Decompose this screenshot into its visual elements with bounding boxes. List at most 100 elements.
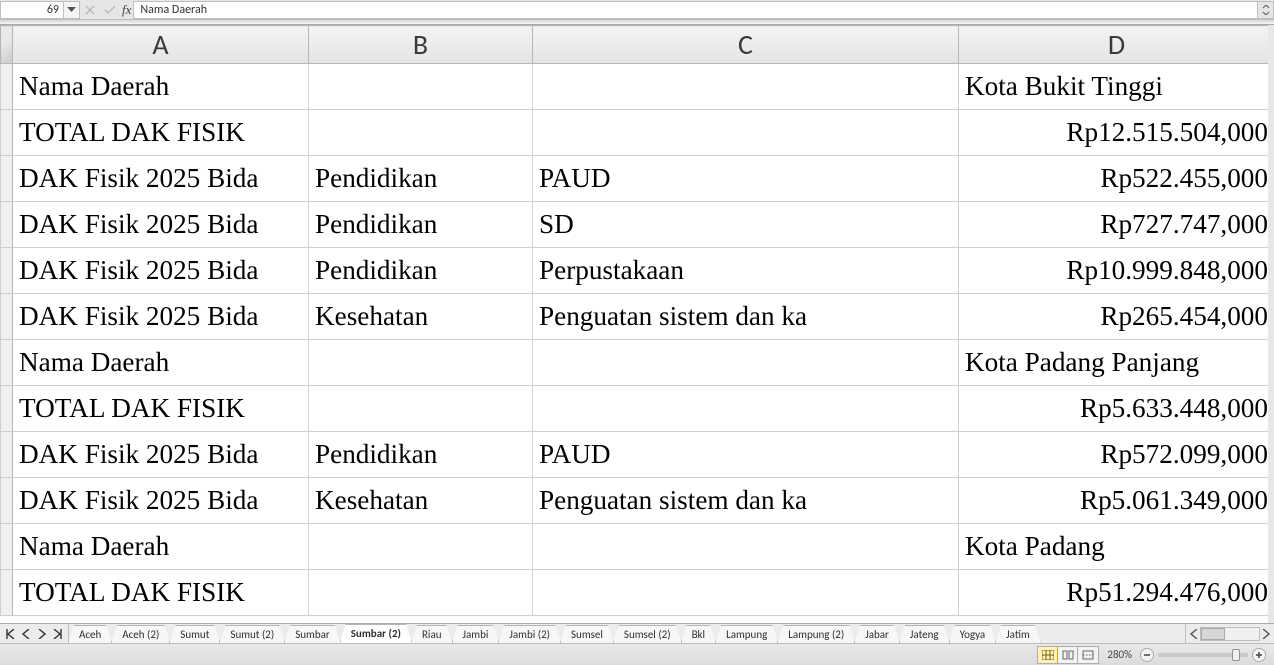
row-header[interactable] [1,524,13,570]
formula-input[interactable]: Nama Daerah [133,1,1258,19]
cell-A[interactable]: TOTAL DAK FISIK [13,386,309,432]
cell-B[interactable]: Pendidikan [309,202,533,248]
sheet-tab[interactable]: Sumbar (2) [340,624,412,643]
sheet-tab[interactable]: Sumut [169,625,220,643]
view-page-break-button[interactable] [1078,647,1098,663]
cell-A[interactable]: TOTAL DAK FISIK [13,110,309,156]
horizontal-scrollbar-thumb[interactable] [1201,628,1225,640]
row-header[interactable] [1,570,13,616]
cell-A[interactable]: TOTAL DAK FISIK [13,570,309,616]
sheet-tab[interactable]: Jambi (2) [498,625,561,643]
sheet-grid[interactable]: A B C D Nama DaerahKota Bukit TinggiTOTA… [0,25,1274,616]
row-header[interactable] [1,294,13,340]
row-header[interactable] [1,110,13,156]
sheet-tab[interactable]: Jabar [854,625,900,643]
cell-B[interactable] [309,110,533,156]
sheet-tab[interactable]: Jateng [899,625,950,643]
cell-C[interactable]: PAUD [533,432,959,478]
tab-nav-next[interactable] [34,626,50,642]
cell-A[interactable]: DAK Fisik 2025 Bida [13,248,309,294]
cell-D[interactable]: Kota Padang [959,524,1274,570]
scroll-left-icon[interactable] [1190,629,1198,639]
cell-C[interactable]: SD [533,202,959,248]
zoom-in-button[interactable] [1252,648,1266,662]
sheet-tab[interactable]: Aceh (2) [111,625,170,643]
cell-C[interactable]: Penguatan sistem dan ka [533,294,959,340]
cell-A[interactable]: DAK Fisik 2025 Bida [13,202,309,248]
cell-B[interactable]: Kesehatan [309,478,533,524]
cell-C[interactable] [533,64,959,110]
cell-B[interactable] [309,386,533,432]
row-header[interactable] [1,386,13,432]
cell-B[interactable] [309,340,533,386]
column-header-D[interactable]: D [959,26,1274,64]
cell-D[interactable]: Rp5.633.448,000 [959,386,1274,432]
zoom-slider[interactable] [1158,653,1248,657]
cell-D[interactable]: Kota Padang Panjang [959,340,1274,386]
column-header-C[interactable]: C [533,26,959,64]
cell-D[interactable]: Rp12.515.504,000 [959,110,1274,156]
zoom-slider-thumb[interactable] [1232,649,1240,661]
cell-A[interactable]: Nama Daerah [13,340,309,386]
cell-C[interactable] [533,110,959,156]
row-header[interactable] [1,340,13,386]
cell-D[interactable]: Rp727.747,000 [959,202,1274,248]
sheet-tab[interactable]: Lampung (2) [777,625,855,643]
sheet-tab[interactable]: Lampung [715,625,778,643]
tab-nav-last[interactable] [50,626,66,642]
cell-A[interactable]: DAK Fisik 2025 Bida [13,294,309,340]
name-box[interactable]: 69 [0,1,64,19]
sheet-tab[interactable]: Jatim [995,625,1041,643]
cell-B[interactable]: Pendidikan [309,156,533,202]
formula-cancel-button[interactable] [80,1,100,19]
row-header[interactable] [1,478,13,524]
cell-D[interactable]: Rp5.061.349,000 [959,478,1274,524]
cell-C[interactable] [533,570,959,616]
row-header[interactable] [1,248,13,294]
cell-C[interactable] [533,340,959,386]
scroll-right-icon[interactable] [1262,629,1270,639]
cell-A[interactable]: DAK Fisik 2025 Bida [13,478,309,524]
tab-nav-prev[interactable] [18,626,34,642]
fx-label[interactable]: fx [120,2,133,18]
cell-C[interactable]: Perpustakaan [533,248,959,294]
cell-D[interactable]: Rp51.294.476,000 [959,570,1274,616]
cell-D[interactable]: Rp522.455,000 [959,156,1274,202]
cell-A[interactable]: DAK Fisik 2025 Bida [13,156,309,202]
formula-expand-button[interactable] [1258,1,1274,19]
sheet-tab[interactable]: Riau [411,625,453,643]
cell-C[interactable] [533,524,959,570]
zoom-out-button[interactable] [1140,648,1154,662]
cell-B[interactable]: Pendidikan [309,248,533,294]
cell-D[interactable]: Rp10.999.848,000 [959,248,1274,294]
sheet-tab[interactable]: Yogya [949,625,997,643]
row-header[interactable] [1,64,13,110]
cell-B[interactable] [309,64,533,110]
row-header[interactable] [1,156,13,202]
zoom-percent-label[interactable]: 280% [1107,648,1132,661]
tab-nav-first[interactable] [2,626,18,642]
sheet-tab[interactable]: Sumut (2) [219,625,285,643]
sheet-tab[interactable]: Jambi [452,625,500,643]
cell-C[interactable]: Penguatan sistem dan ka [533,478,959,524]
cell-C[interactable]: PAUD [533,156,959,202]
cell-B[interactable]: Pendidikan [309,432,533,478]
vertical-scrollbar[interactable] [1268,25,1274,623]
name-box-dropdown[interactable] [64,1,80,19]
cell-A[interactable]: Nama Daerah [13,64,309,110]
column-header-A[interactable]: A [13,26,309,64]
sheet-tab[interactable]: Sumsel (2) [613,625,682,643]
cell-B[interactable] [309,524,533,570]
view-normal-button[interactable] [1038,647,1058,663]
sheet-tab[interactable]: Bkl [681,625,717,643]
row-header[interactable] [1,432,13,478]
column-header-B[interactable]: B [309,26,533,64]
cell-B[interactable]: Kesehatan [309,294,533,340]
select-all-corner[interactable] [1,26,13,64]
sheet-tab[interactable]: Sumbar [284,625,341,643]
cell-D[interactable]: Rp572.099,000 [959,432,1274,478]
formula-confirm-button[interactable] [100,1,120,19]
row-header[interactable] [1,202,13,248]
sheet-tab[interactable]: Sumsel [560,625,614,643]
cell-A[interactable]: DAK Fisik 2025 Bida [13,432,309,478]
